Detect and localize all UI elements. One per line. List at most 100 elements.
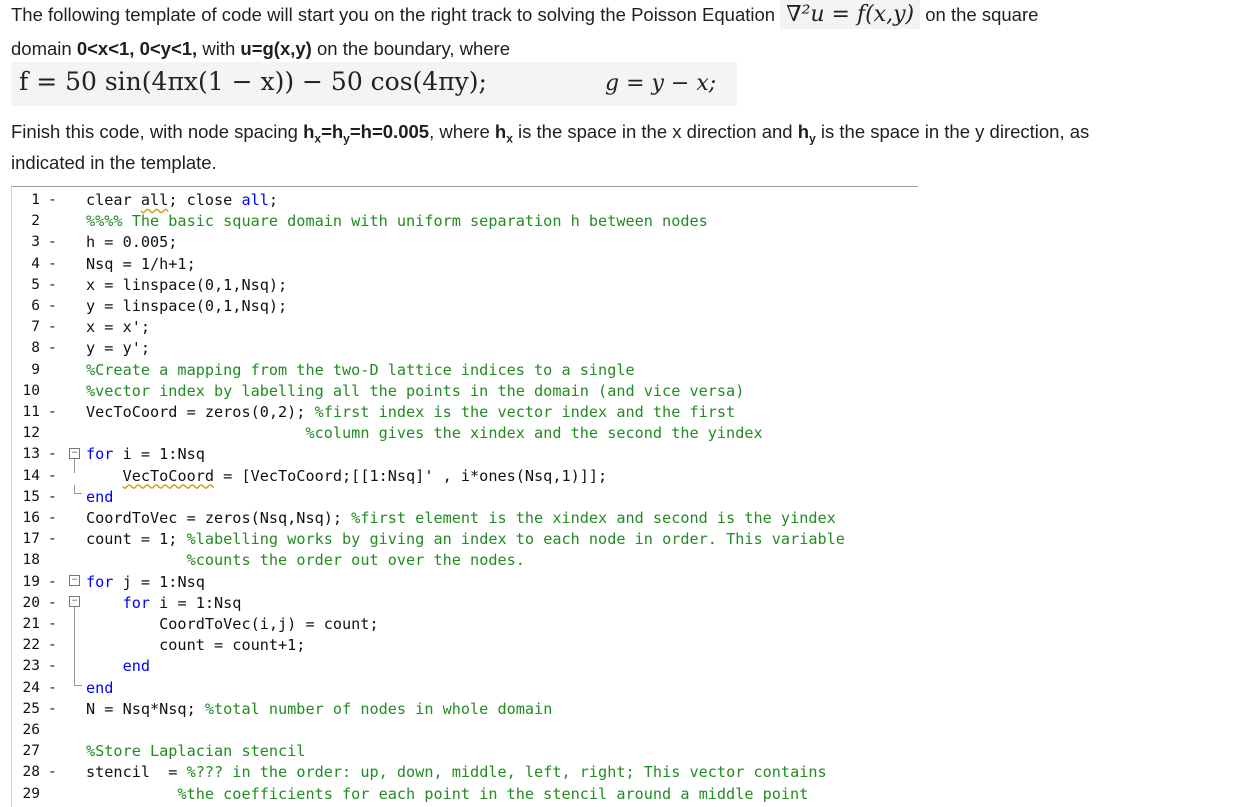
- code-line[interactable]: 25- N = Nsq*Nsq; %total number of nodes i…: [12, 699, 918, 720]
- code-line[interactable]: 10 %vector index by labelling all the poi…: [12, 381, 918, 402]
- line-number: 19: [22, 573, 40, 590]
- fold-guide: [74, 459, 75, 473]
- comment: %first index is the vector index and the…: [314, 403, 736, 421]
- keyword: for: [86, 445, 114, 464]
- code-line[interactable]: 14- VecToCoord = [VecToCoord;[[1:Nsq]' ,…: [12, 466, 918, 487]
- code-line[interactable]: 23- end: [12, 656, 918, 677]
- breakpoint-marker[interactable]: -: [48, 190, 57, 211]
- code-token: clear: [86, 191, 141, 209]
- intro-text: , where: [429, 121, 495, 142]
- code-line[interactable]: 13- for i = 1:Nsq: [12, 444, 918, 465]
- fold-end-marker: [74, 677, 82, 686]
- comment: %Store Laplacian stencil: [86, 742, 306, 761]
- fold-toggle-icon[interactable]: −: [69, 448, 80, 459]
- intro-text: The following template of code will star…: [11, 4, 776, 25]
- code-line[interactable]: 3- h = 0.005;: [12, 232, 918, 253]
- code-token: = [VecToCoord;[[1:Nsq]' , i*ones(Nsq,1)]…: [214, 466, 608, 485]
- comment: %Create a mapping from the two-D lattice…: [86, 360, 635, 379]
- intro-line-3: Finish this code, with node spacing hx=h…: [11, 121, 1089, 146]
- breakpoint-marker[interactable]: -: [48, 402, 57, 423]
- breakpoint-marker[interactable]: -: [48, 593, 57, 614]
- breakpoint-marker[interactable]: -: [48, 699, 57, 720]
- breakpoint-marker[interactable]: -: [48, 275, 57, 296]
- breakpoint-marker[interactable]: -: [48, 232, 57, 253]
- code-editor[interactable]: 1- clear all; close all; 2%%%% The basic s…: [11, 186, 918, 807]
- keyword: end: [86, 487, 114, 506]
- breakpoint-marker[interactable]: -: [48, 678, 57, 699]
- breakpoint-marker[interactable]: -: [48, 296, 57, 317]
- line-number: 13: [22, 446, 40, 463]
- code-text: %Store Laplacian stencil: [86, 741, 305, 762]
- intro-text: is the space in the y direction, as: [815, 121, 1090, 142]
- intro-text: on the square: [925, 4, 1039, 25]
- line-number: 20: [22, 594, 40, 611]
- code-line[interactable]: 5- x = linspace(0,1,Nsq);: [12, 275, 918, 296]
- code-line[interactable]: 8- y = y';: [12, 338, 918, 359]
- code-line[interactable]: 22- count = count+1;: [12, 635, 918, 656]
- breakpoint-marker[interactable]: -: [48, 529, 57, 550]
- code-token: VecToCoord: [122, 466, 215, 485]
- line-number: 25: [22, 700, 40, 717]
- code-text: count = 1; %labelling works by giving an…: [86, 529, 845, 550]
- code-line[interactable]: 20- for i = 1:Nsq: [12, 593, 918, 614]
- code-line[interactable]: 18 %counts the order out over the nodes.: [12, 550, 918, 571]
- breakpoint-marker[interactable]: -: [48, 444, 57, 465]
- code-token: i = 1:Nsq: [113, 445, 205, 464]
- code-line[interactable]: 7- x = x';: [12, 317, 918, 338]
- code-line[interactable]: 16- CoordToVec = zeros(Nsq,Nsq); %first e…: [12, 508, 918, 529]
- comment: %vector index by labelling all the point…: [86, 381, 745, 400]
- code-token: h = 0.005;: [86, 233, 178, 252]
- code-line[interactable]: 4- Nsq = 1/h+1;: [12, 254, 918, 275]
- keyword: end: [86, 678, 114, 697]
- breakpoint-marker[interactable]: -: [48, 508, 57, 529]
- code-line[interactable]: 19- for j = 1:Nsq: [12, 572, 918, 593]
- breakpoint-marker[interactable]: -: [48, 466, 57, 487]
- line-number: 24: [22, 679, 40, 696]
- code-line[interactable]: 24- end: [12, 678, 918, 699]
- code-line[interactable]: 26: [12, 720, 918, 741]
- fold-toggle-icon[interactable]: −: [69, 575, 80, 586]
- code-line[interactable]: 9 %Create a mapping from the two-D lattic…: [12, 360, 918, 381]
- intro-text: is the space in the x direction and: [512, 121, 798, 142]
- breakpoint-marker[interactable]: -: [48, 572, 57, 593]
- code-token: x = x';: [86, 318, 151, 337]
- fold-toggle-icon[interactable]: −: [69, 596, 80, 607]
- breakpoint-marker[interactable]: -: [48, 338, 57, 359]
- code-line[interactable]: 1- clear all; close all;: [12, 190, 918, 211]
- code-line[interactable]: 2 %%%% The basic square domain with unifo…: [12, 211, 918, 232]
- code-line[interactable]: 11- VecToCoord = zeros(0,2); %first index…: [12, 402, 918, 423]
- line-number: 17: [22, 531, 40, 548]
- code-token: y = linspace(0,1,Nsq);: [86, 297, 288, 315]
- code-text: y = y';: [86, 338, 150, 359]
- keyword: for: [122, 593, 151, 612]
- code-line[interactable]: 15- end: [12, 487, 918, 508]
- code-line[interactable]: 12 %column gives the xindex and the seco…: [12, 423, 918, 444]
- breakpoint-marker[interactable]: -: [48, 254, 57, 275]
- breakpoint-marker[interactable]: -: [48, 762, 57, 783]
- breakpoint-marker[interactable]: -: [48, 656, 57, 677]
- code-text: Nsq = 1/h+1;: [86, 254, 196, 275]
- line-number: 29: [22, 785, 40, 802]
- breakpoint-marker[interactable]: -: [48, 317, 57, 338]
- code-line[interactable]: 6- y = linspace(0,1,Nsq);: [12, 296, 918, 317]
- line-number: 26: [22, 722, 40, 738]
- code-text: end: [86, 678, 113, 699]
- breakpoint-marker[interactable]: -: [48, 635, 57, 656]
- intro-line-4: indicated in the template.: [11, 152, 217, 174]
- code-text: for j = 1:Nsq: [86, 572, 205, 593]
- line-number: 1: [31, 192, 40, 208]
- breakpoint-marker[interactable]: -: [48, 614, 57, 635]
- code-line[interactable]: 21- CoordToVec(i,j) = count;: [12, 614, 918, 635]
- code-line[interactable]: 17- count = 1; %labelling works by giving…: [12, 529, 918, 550]
- breakpoint-marker[interactable]: -: [48, 487, 57, 508]
- code-token: CoordToVec(i,j) = count;: [86, 615, 379, 633]
- code-token: i = 1:Nsq: [150, 593, 242, 612]
- code-line[interactable]: 28- stencil = %??? in the order: up, down…: [12, 762, 918, 783]
- code-line[interactable]: 27 %Store Laplacian stencil: [12, 741, 918, 762]
- code-line[interactable]: 29 %the coefficients for each point in t…: [12, 784, 918, 805]
- intro-text: domain: [11, 38, 77, 59]
- subscript: y: [809, 131, 816, 146]
